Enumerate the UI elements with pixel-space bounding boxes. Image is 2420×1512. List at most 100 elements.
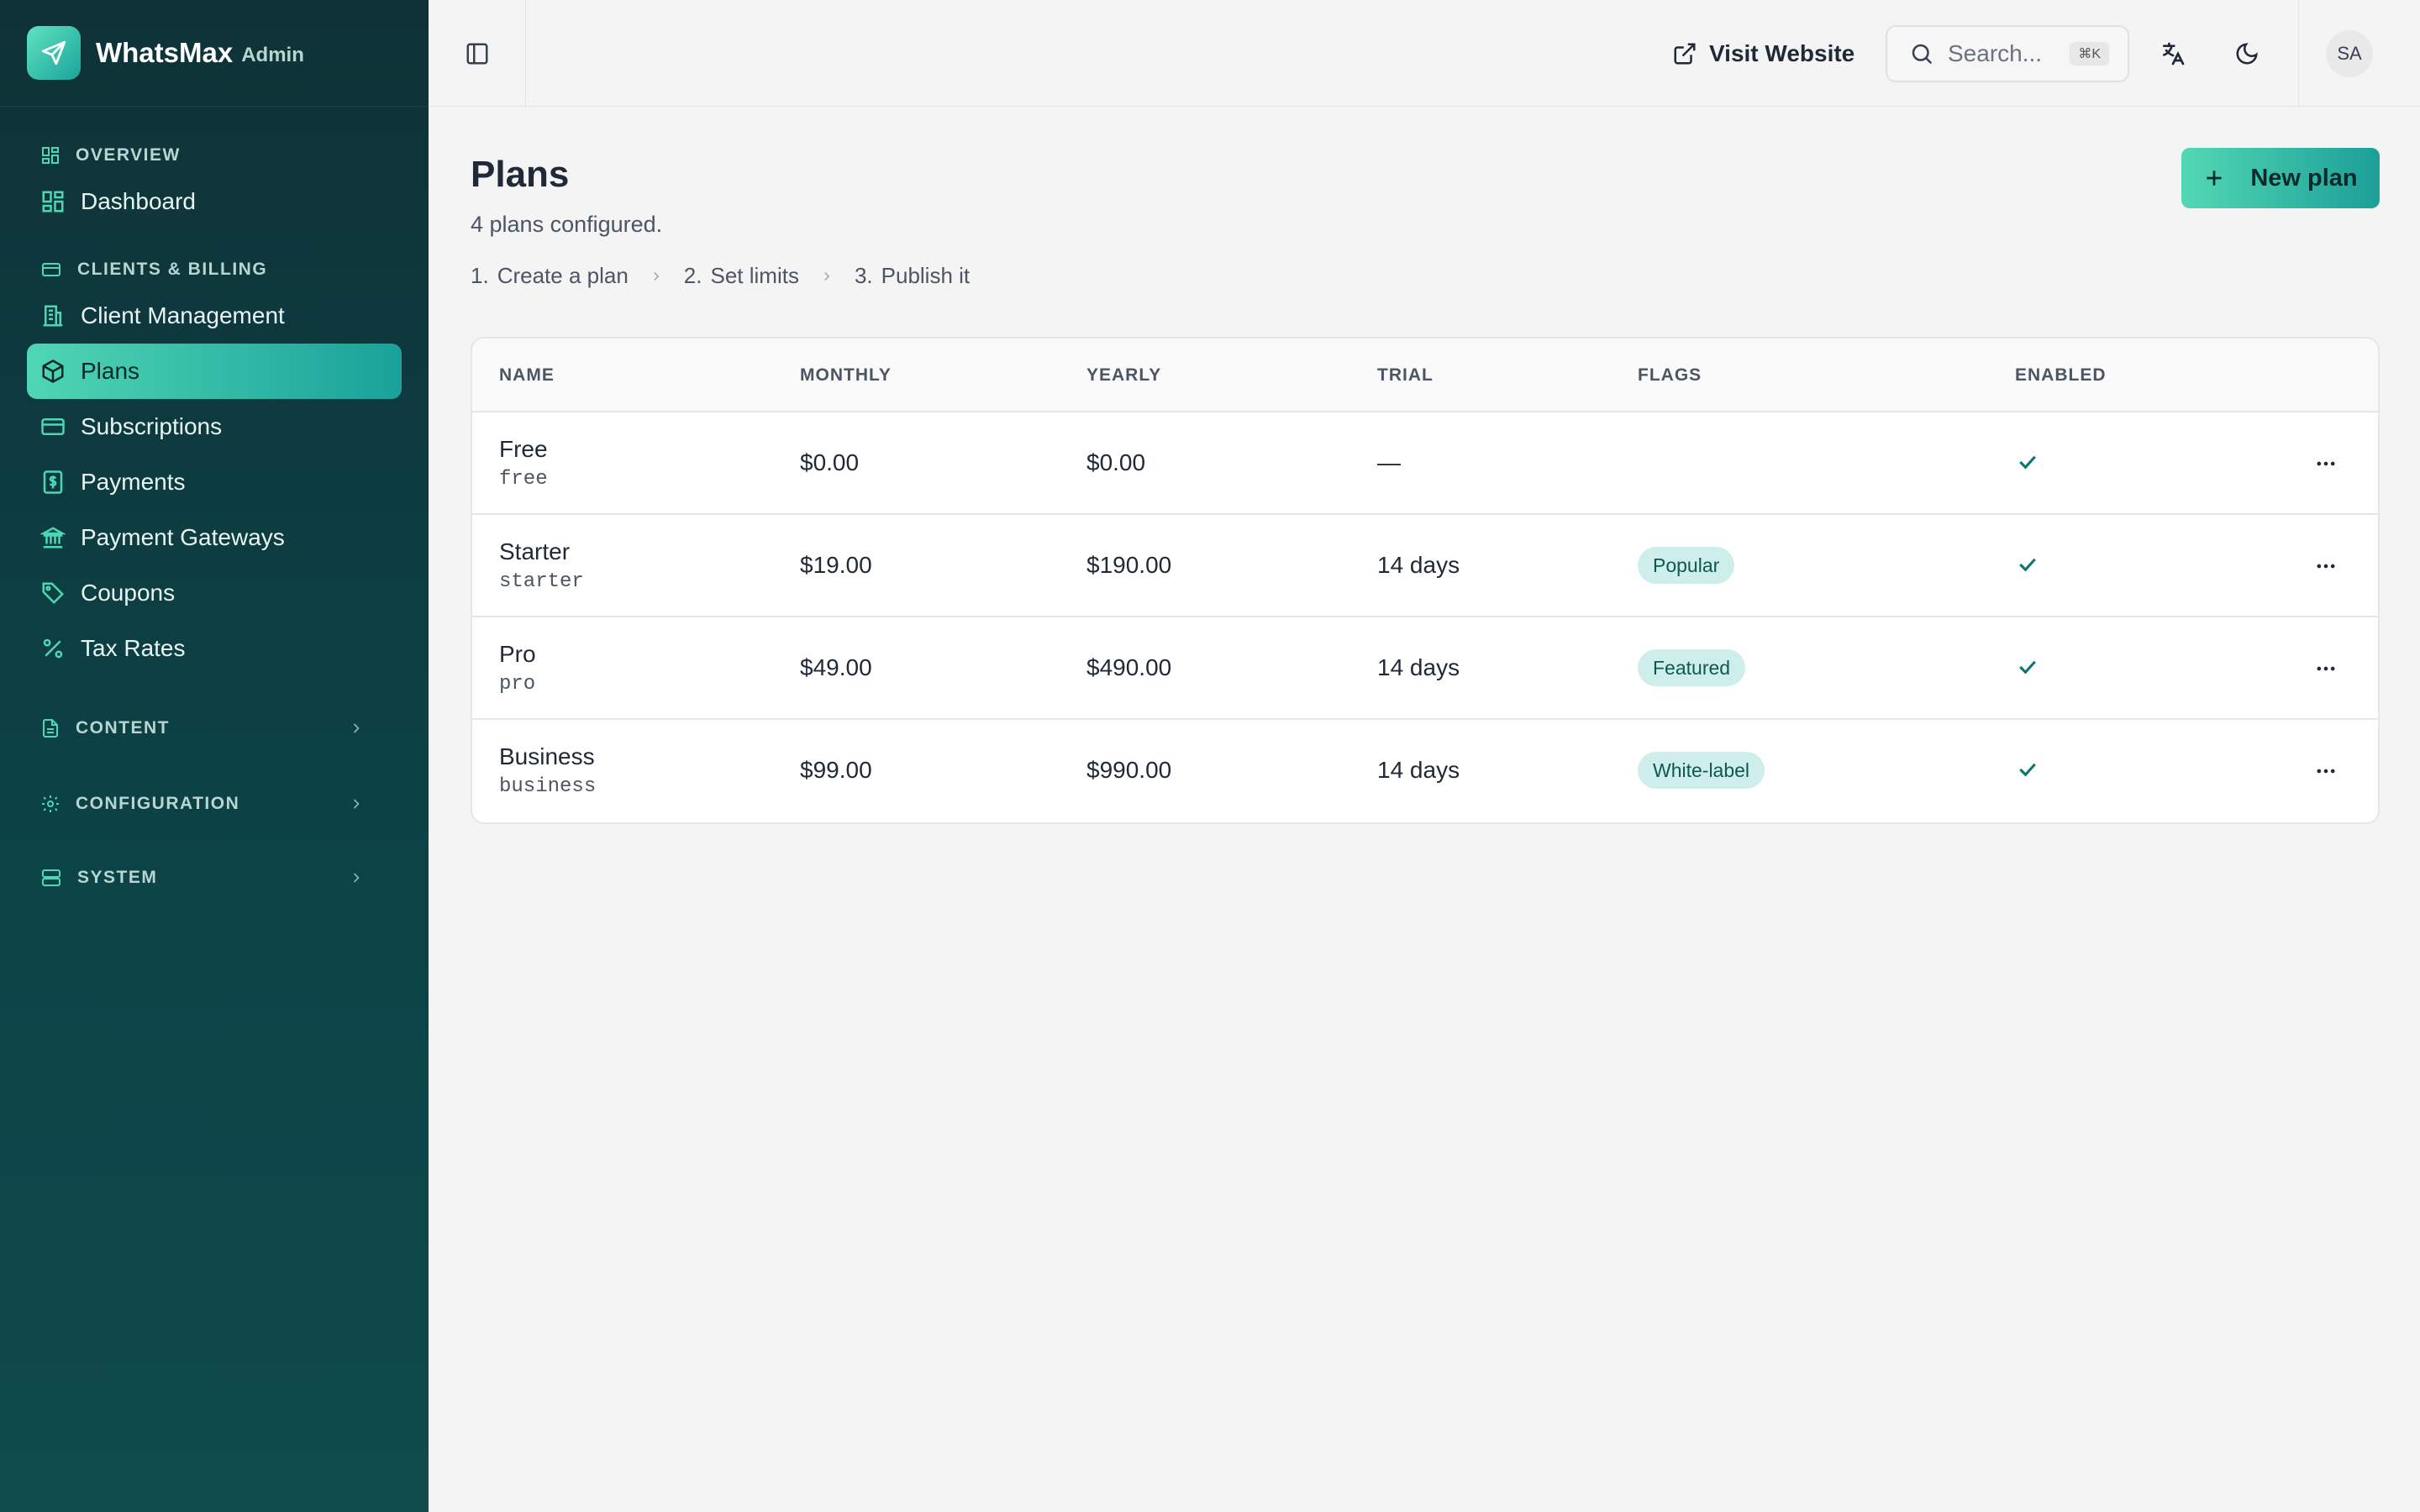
column-header-trial[interactable]: TRIAL [1377, 365, 1434, 386]
avatar[interactable]: SA [2326, 30, 2373, 77]
sidebar-toggle-button[interactable] [429, 0, 526, 107]
building-icon [43, 305, 63, 327]
gear-icon [42, 795, 59, 812]
page-title: Plans [471, 154, 570, 195]
bank-icon [40, 527, 66, 549]
table-row[interactable]: Free free $0.00 $0.00 — [472, 412, 2378, 515]
table-row[interactable]: Business business $99.00 $990.00 14 days… [472, 720, 2378, 822]
sidebar-item-label: Payment Gateways [81, 524, 285, 550]
sidebar-item-subscriptions[interactable]: Subscriptions [27, 399, 402, 454]
table-header: NAME MONTHLY YEARLY TRIAL FLAGS ENABLED [472, 339, 2378, 412]
document-icon [43, 719, 58, 738]
plan-yearly: $190.00 [1086, 552, 1172, 578]
new-plan-button[interactable]: New plan [2181, 148, 2380, 208]
section-overview-label: OVERVIEW [76, 145, 181, 165]
sidebar-item-coupons[interactable]: Coupons [27, 565, 402, 621]
chevron-right-icon [353, 723, 360, 733]
section-configuration[interactable]: CONFIGURATION [0, 785, 429, 822]
page-subtitle: 4 plans configured. [471, 212, 663, 237]
section-content[interactable]: CONTENT [0, 710, 429, 747]
search-input[interactable]: Search... ⌘K [1886, 25, 2129, 82]
step-number: 2. [683, 263, 702, 288]
theme-toggle-button[interactable] [2225, 32, 2269, 76]
check-icon [2019, 763, 2036, 777]
step-number: 3. [854, 263, 873, 288]
step-label: Create a plan [497, 263, 629, 288]
step-label: Set limits [710, 263, 799, 288]
tag-icon [42, 582, 65, 605]
flag-badge: Popular [1638, 547, 1735, 584]
column-header-monthly[interactable]: MONTHLY [800, 365, 892, 386]
brand-logo-icon [27, 26, 81, 80]
sidebar-item-label: Dashboard [81, 188, 196, 214]
plan-trial: 14 days [1377, 654, 1460, 680]
section-overview: OVERVIEW [0, 137, 429, 174]
plan-yearly: $0.00 [1086, 449, 1146, 475]
sidebar-item-label: Plans [81, 358, 140, 384]
plan-name: Business [499, 743, 595, 769]
search-icon [1912, 44, 1933, 65]
check-icon [2019, 558, 2036, 572]
flag-badge: Featured [1638, 649, 1746, 686]
more-actions-icon[interactable] [2312, 554, 2339, 578]
section-system[interactable]: SYSTEM [0, 859, 429, 896]
panel-left-icon [466, 43, 487, 64]
sidebar-item-payments[interactable]: Payments [27, 454, 402, 510]
translate-icon [2163, 42, 2185, 66]
section-content-label: CONTENT [76, 718, 170, 738]
plan-name: Starter [499, 538, 571, 564]
topbar: Visit Website Search... ⌘K SA [429, 0, 2420, 107]
step-label: Publish it [881, 263, 971, 288]
plan-slug: pro [499, 673, 536, 696]
column-header-name[interactable]: NAME [499, 365, 555, 386]
plan-trial: 14 days [1377, 757, 1460, 783]
sidebar-item-label: Coupons [81, 580, 176, 606]
steps-breadcrumb: 1. Create a plan 2. Set limits 3. Publis… [471, 263, 970, 289]
sidebar-item-client-management[interactable]: Client Management [27, 288, 402, 344]
check-icon [2019, 660, 2036, 675]
more-actions-icon[interactable] [2312, 452, 2339, 475]
check-icon [2019, 455, 2036, 470]
sidebar-item-dashboard[interactable]: Dashboard [27, 174, 402, 229]
new-plan-label: New plan [2250, 164, 2358, 192]
language-button[interactable] [2151, 32, 2195, 76]
external-link-icon [1674, 43, 1696, 65]
package-icon [42, 360, 64, 383]
plan-monthly: $0.00 [800, 449, 860, 475]
more-actions-icon[interactable] [2312, 759, 2339, 783]
column-header-flags[interactable]: FLAGS [1638, 365, 1702, 386]
chevron-right-icon [353, 799, 360, 809]
receipt-dollar-icon [43, 470, 63, 494]
dashboard-icon [42, 191, 64, 213]
plan-monthly: $99.00 [800, 757, 872, 783]
sidebar-item-payment-gateways[interactable]: Payment Gateways [27, 510, 402, 565]
plan-slug: business [499, 775, 597, 798]
brand[interactable]: WhatsMax Admin [0, 0, 429, 107]
plans-table: NAME MONTHLY YEARLY TRIAL FLAGS ENABLED … [471, 337, 2380, 824]
section-clients-billing-label: CLIENTS & BILLING [77, 260, 268, 279]
chevron-right-icon [353, 873, 360, 883]
column-header-enabled[interactable]: ENABLED [2015, 365, 2107, 386]
more-actions-icon[interactable] [2312, 657, 2339, 680]
sidebar-item-plans[interactable]: Plans [27, 344, 402, 399]
plan-trial: — [1377, 449, 1401, 475]
visit-website-label: Visit Website [1709, 40, 1855, 66]
brand-name: WhatsMax [96, 37, 234, 68]
flag-badge: White-label [1638, 752, 1765, 789]
visit-website-link[interactable]: Visit Website [1672, 32, 1854, 76]
brand-sub: Admin [241, 44, 304, 66]
credit-card-icon [41, 418, 65, 435]
sidebar: WhatsMax Admin OVERVIEW Dashboard CLIENT… [0, 0, 429, 1512]
card-icon [42, 263, 60, 276]
column-header-yearly[interactable]: YEARLY [1086, 365, 1161, 386]
grid-icon [42, 147, 59, 164]
chevron-right-icon [819, 269, 834, 284]
search-shortcut: ⌘K [2070, 42, 2109, 66]
sidebar-item-tax-rates[interactable]: Tax Rates [27, 621, 402, 676]
table-row[interactable]: Pro pro $49.00 $490.00 14 days Featured [472, 617, 2378, 720]
plan-slug: free [499, 468, 548, 491]
table-row[interactable]: Starter starter $19.00 $190.00 14 days P… [472, 515, 2378, 617]
sidebar-item-label: Client Management [81, 302, 285, 328]
topbar-divider [2298, 0, 2299, 107]
chevron-right-icon [649, 269, 664, 284]
